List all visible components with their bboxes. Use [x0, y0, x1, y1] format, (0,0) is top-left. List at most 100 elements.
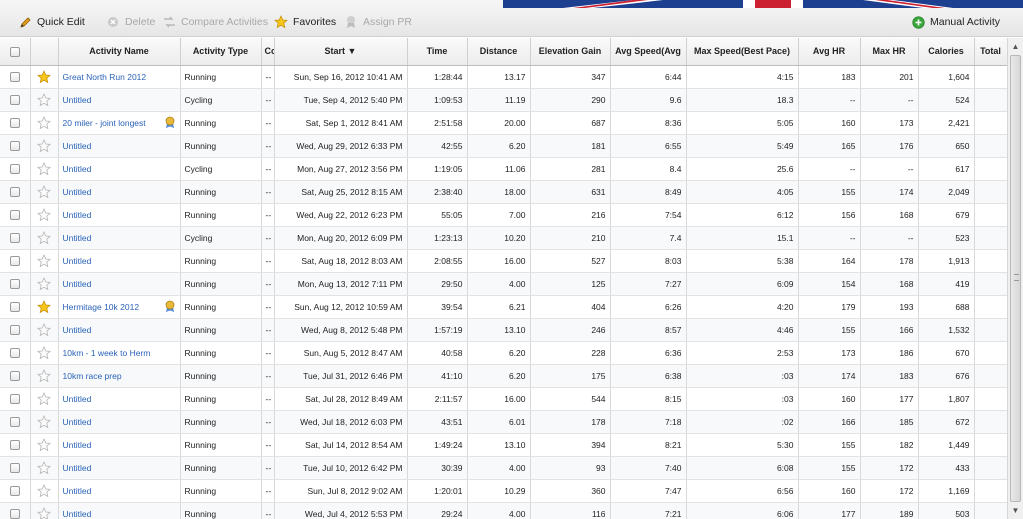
row-activity-name-link[interactable]: 10km - 1 week to Herm: [63, 348, 151, 358]
row-select-cell[interactable]: [0, 456, 31, 480]
row-activity-name-cell[interactable]: Untitled: [58, 157, 181, 181]
row-activity-name-link[interactable]: Untitled: [63, 141, 92, 151]
row-activity-name-link[interactable]: Great North Run 2012: [63, 72, 147, 82]
star-outline-icon[interactable]: [37, 230, 51, 245]
row-activity-name-cell[interactable]: Untitled: [58, 88, 181, 112]
star-outline-icon[interactable]: [37, 276, 51, 291]
row-checkbox[interactable]: [9, 232, 20, 243]
row-favorite-cell[interactable]: [30, 203, 59, 227]
row-checkbox[interactable]: [9, 71, 20, 82]
row-favorite-cell[interactable]: [30, 111, 59, 135]
row-select-cell[interactable]: [0, 479, 31, 503]
vertical-scrollbar[interactable]: ▲ ▼: [1007, 38, 1023, 519]
row-activity-name-cell[interactable]: 10km - 1 week to Herm: [58, 341, 181, 365]
row-activity-name-cell[interactable]: Hermitage 10k 2012: [58, 295, 181, 319]
row-favorite-cell[interactable]: [30, 295, 59, 319]
star-outline-icon[interactable]: [37, 253, 51, 268]
row-select-cell[interactable]: [0, 272, 31, 296]
row-checkbox[interactable]: [9, 255, 20, 266]
row-select-cell[interactable]: [0, 364, 31, 388]
star-outline-icon[interactable]: [37, 345, 51, 360]
row-select-cell[interactable]: [0, 249, 31, 273]
row-activity-name-link[interactable]: Untitled: [63, 417, 92, 427]
row-favorite-cell[interactable]: [30, 272, 59, 296]
row-select-cell[interactable]: [0, 502, 31, 519]
row-checkbox[interactable]: [9, 163, 20, 174]
table-row[interactable]: Untitled Running -- Tue, Jul 10, 2012 6:42 …: [0, 456, 1007, 480]
row-checkbox[interactable]: [9, 485, 20, 496]
table-row[interactable]: Untitled Running -- Wed, Aug 8, 2012 5:48 P…: [0, 318, 1007, 342]
row-checkbox[interactable]: [9, 324, 20, 335]
row-activity-name-link[interactable]: 20 miler - joint longest: [63, 118, 146, 128]
star-outline-icon[interactable]: [37, 391, 51, 406]
row-checkbox[interactable]: [9, 347, 20, 358]
table-row[interactable]: 20 miler - joint longest Running -- Sat, Se…: [0, 111, 1007, 135]
row-favorite-cell[interactable]: [30, 479, 59, 503]
row-select-cell[interactable]: [0, 318, 31, 342]
star-outline-icon[interactable]: [37, 483, 51, 498]
row-checkbox[interactable]: [9, 462, 20, 473]
row-favorite-cell[interactable]: [30, 433, 59, 457]
row-checkbox[interactable]: [9, 117, 20, 128]
col-course[interactable]: Co: [261, 38, 275, 66]
row-favorite-cell[interactable]: [30, 341, 59, 365]
star-outline-icon[interactable]: [37, 437, 51, 452]
row-favorite-cell[interactable]: [30, 65, 59, 89]
row-favorite-cell[interactable]: [30, 318, 59, 342]
table-row[interactable]: Untitled Running -- Sat, Jul 14, 2012 8:54 …: [0, 433, 1007, 457]
table-row[interactable]: Untitled Cycling -- Tue, Sep 4, 2012 5:40 P…: [0, 88, 1007, 112]
favorites-button[interactable]: Favorites: [274, 14, 336, 30]
col-avg-hr[interactable]: Avg HR: [798, 38, 861, 66]
row-activity-name-link[interactable]: Untitled: [63, 95, 92, 105]
table-row[interactable]: Great North Run 2012 Running -- Sun, Sep 16…: [0, 65, 1007, 89]
row-activity-name-cell[interactable]: Untitled: [58, 387, 181, 411]
manual-activity-button[interactable]: Manual Activity: [911, 14, 1000, 30]
table-row[interactable]: Untitled Running -- Wed, Jul 4, 2012 5:53 P…: [0, 502, 1007, 519]
row-favorite-cell[interactable]: [30, 157, 59, 181]
row-favorite-cell[interactable]: [30, 456, 59, 480]
row-activity-name-cell[interactable]: Untitled: [58, 134, 181, 158]
row-activity-name-link[interactable]: Untitled: [63, 279, 92, 289]
star-outline-icon[interactable]: [37, 322, 51, 337]
table-row[interactable]: Untitled Running -- Wed, Aug 22, 2012 6:23 …: [0, 203, 1007, 227]
select-all-checkbox[interactable]: [9, 46, 20, 57]
row-checkbox[interactable]: [9, 186, 20, 197]
row-select-cell[interactable]: [0, 157, 31, 181]
scrollbar-thumb[interactable]: [1010, 55, 1021, 502]
row-activity-name-link[interactable]: Untitled: [63, 486, 92, 496]
delete-button[interactable]: Delete: [106, 14, 155, 30]
row-select-cell[interactable]: [0, 226, 31, 250]
row-activity-name-cell[interactable]: 10km race prep: [58, 364, 181, 388]
scroll-up-icon[interactable]: ▲: [1008, 39, 1023, 54]
star-outline-icon[interactable]: [37, 115, 51, 130]
col-time[interactable]: Time: [407, 38, 468, 66]
favorite-star-icon[interactable]: [37, 299, 51, 314]
row-activity-name-link[interactable]: Untitled: [63, 164, 92, 174]
row-activity-name-link[interactable]: Untitled: [63, 463, 92, 473]
assign-pr-button[interactable]: Assign PR: [344, 14, 412, 30]
quick-edit-button[interactable]: Quick Edit: [18, 14, 85, 30]
row-activity-name-cell[interactable]: Great North Run 2012: [58, 65, 181, 89]
row-activity-name-cell[interactable]: Untitled: [58, 203, 181, 227]
star-outline-icon[interactable]: [37, 506, 51, 519]
col-avg-speed[interactable]: Avg Speed(Avg: [610, 38, 687, 66]
row-activity-name-link[interactable]: Untitled: [63, 509, 92, 519]
row-favorite-cell[interactable]: [30, 410, 59, 434]
row-activity-name-cell[interactable]: Untitled: [58, 410, 181, 434]
row-checkbox[interactable]: [9, 439, 20, 450]
select-all-column[interactable]: [0, 38, 31, 66]
row-checkbox[interactable]: [9, 370, 20, 381]
row-favorite-cell[interactable]: [30, 249, 59, 273]
row-checkbox[interactable]: [9, 209, 20, 220]
row-select-cell[interactable]: [0, 387, 31, 411]
col-distance[interactable]: Distance: [467, 38, 531, 66]
scroll-down-icon[interactable]: ▼: [1008, 503, 1023, 518]
col-activity-type[interactable]: Activity Type: [180, 38, 262, 66]
table-row[interactable]: Untitled Running -- Mon, Aug 13, 2012 7:11 …: [0, 272, 1007, 296]
row-activity-name-cell[interactable]: Untitled: [58, 272, 181, 296]
col-total[interactable]: Total: [974, 38, 1007, 66]
row-checkbox[interactable]: [9, 140, 20, 151]
star-outline-icon[interactable]: [37, 368, 51, 383]
table-row[interactable]: 10km - 1 week to Herm Running -- Sun, Aug 5…: [0, 341, 1007, 365]
row-favorite-cell[interactable]: [30, 88, 59, 112]
